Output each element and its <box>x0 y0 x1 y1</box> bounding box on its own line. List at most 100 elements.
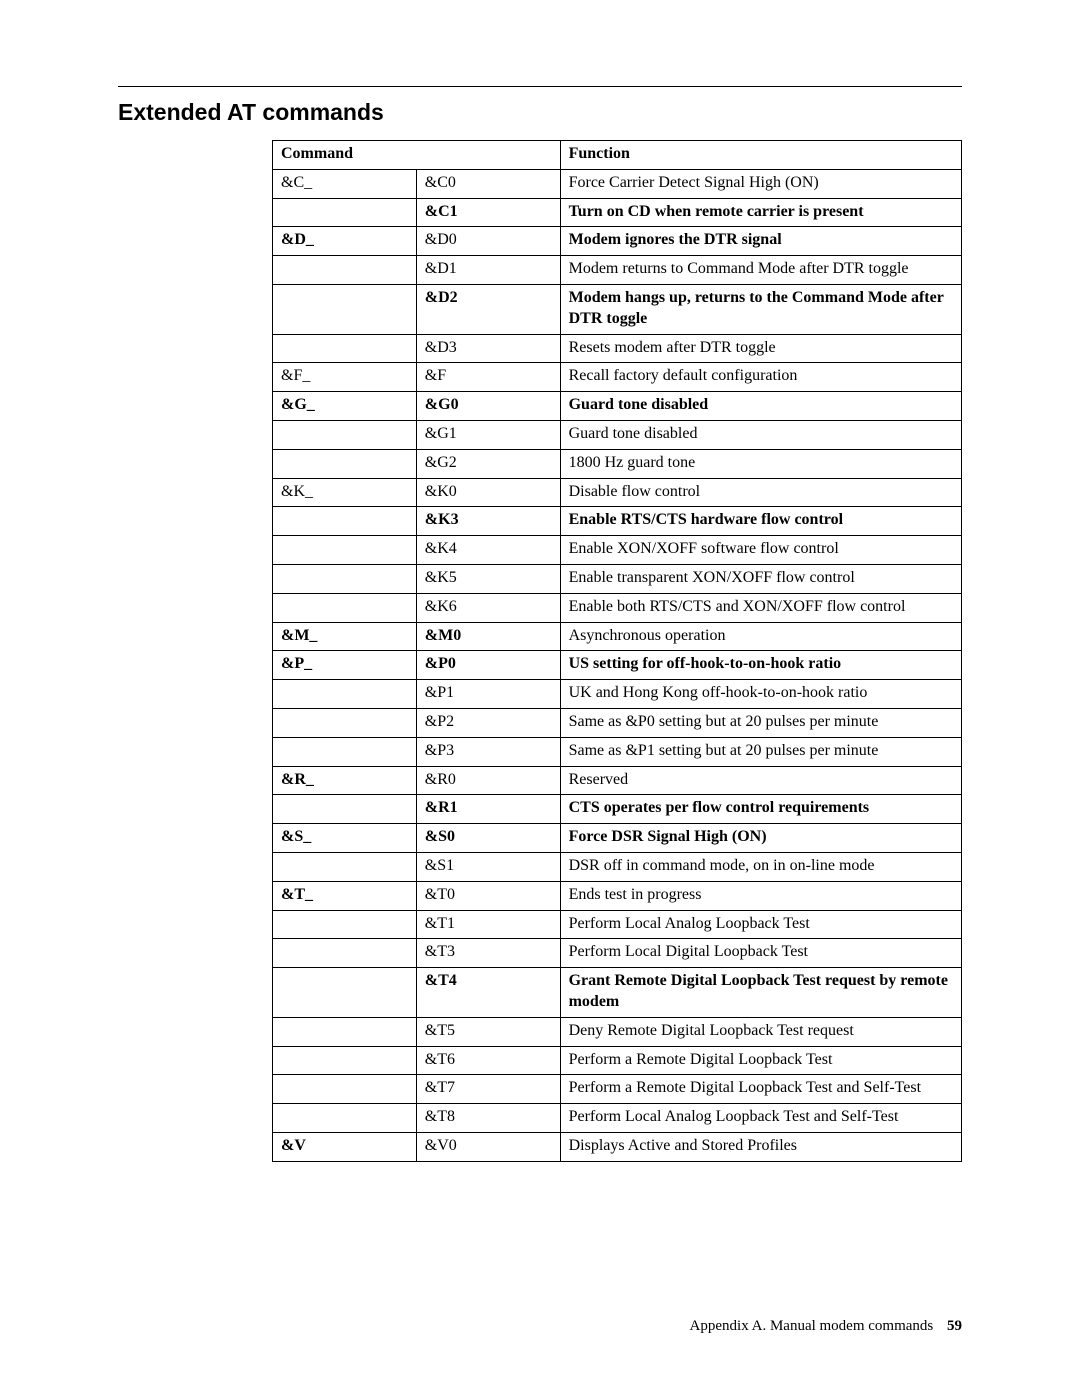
cell-command-group: &M_ <box>273 622 417 651</box>
cell-function: Guard tone disabled <box>560 420 961 449</box>
cell-command-group <box>273 708 417 737</box>
table-row: &R_&R0Reserved <box>273 766 962 795</box>
cell-command-code: &T7 <box>416 1075 560 1104</box>
cell-command-group <box>273 536 417 565</box>
cell-function: Enable transparent XON/XOFF flow control <box>560 564 961 593</box>
cell-command-group <box>273 334 417 363</box>
cell-command-code: &D3 <box>416 334 560 363</box>
cell-command-code: &M0 <box>416 622 560 651</box>
table-row: &T3Perform Local Digital Loopback Test <box>273 939 962 968</box>
cell-command-group <box>273 680 417 709</box>
table-row: &T_&T0Ends test in progress <box>273 881 962 910</box>
cell-command-code: &T5 <box>416 1017 560 1046</box>
table-header-row: Command Function <box>273 141 962 170</box>
section-title: Extended AT commands <box>118 99 962 126</box>
cell-command-group <box>273 910 417 939</box>
table-row: &T4Grant Remote Digital Loopback Test re… <box>273 968 962 1018</box>
table-row: &T8Perform Local Analog Loopback Test an… <box>273 1104 962 1133</box>
cell-command-group <box>273 737 417 766</box>
table-row: &S_&S0Force DSR Signal High (ON) <box>273 824 962 853</box>
cell-command-code: &R0 <box>416 766 560 795</box>
table-row: &S1DSR off in command mode, on in on-lin… <box>273 852 962 881</box>
table-row: &G21800 Hz guard tone <box>273 449 962 478</box>
cell-function: Resets modem after DTR toggle <box>560 334 961 363</box>
table-row: &K3Enable RTS/CTS hardware flow control <box>273 507 962 536</box>
cell-command-code: &K5 <box>416 564 560 593</box>
cell-command-group: &V <box>273 1132 417 1161</box>
cell-command-group <box>273 1075 417 1104</box>
cell-function: Enable XON/XOFF software flow control <box>560 536 961 565</box>
table-row: &T6Perform a Remote Digital Loopback Tes… <box>273 1046 962 1075</box>
cell-command-code: &T6 <box>416 1046 560 1075</box>
table-row: &K_&K0Disable flow control <box>273 478 962 507</box>
cell-function: Reserved <box>560 766 961 795</box>
cell-function: Deny Remote Digital Loopback Test reques… <box>560 1017 961 1046</box>
cell-function: Perform Local Analog Loopback Test <box>560 910 961 939</box>
cell-command-group <box>273 1017 417 1046</box>
cell-command-code: &P3 <box>416 737 560 766</box>
horizontal-rule <box>118 86 962 87</box>
table-row: &M_&M0Asynchronous operation <box>273 622 962 651</box>
cell-function: Same as &P0 setting but at 20 pulses per… <box>560 708 961 737</box>
cell-command-code: &T0 <box>416 881 560 910</box>
cell-command-group: &R_ <box>273 766 417 795</box>
cell-command-code: &K6 <box>416 593 560 622</box>
page-number: 59 <box>947 1318 962 1334</box>
table-row: &G_&G0Guard tone disabled <box>273 392 962 421</box>
cell-command-code: &G2 <box>416 449 560 478</box>
table-row: &P_&P0US setting for off-hook-to-on-hook… <box>273 651 962 680</box>
table-row: &T5Deny Remote Digital Loopback Test req… <box>273 1017 962 1046</box>
cell-function: Enable RTS/CTS hardware flow control <box>560 507 961 536</box>
cell-command-code: &G1 <box>416 420 560 449</box>
cell-function: Perform a Remote Digital Loopback Test a… <box>560 1075 961 1104</box>
cell-command-code: &P0 <box>416 651 560 680</box>
cell-command-group <box>273 939 417 968</box>
cell-command-group <box>273 795 417 824</box>
cell-function: Perform Local Analog Loopback Test and S… <box>560 1104 961 1133</box>
cell-function: Same as &P1 setting but at 20 pulses per… <box>560 737 961 766</box>
cell-command-group: &S_ <box>273 824 417 853</box>
cell-command-group: &D_ <box>273 227 417 256</box>
cell-function: Grant Remote Digital Loopback Test reque… <box>560 968 961 1018</box>
cell-function: Perform a Remote Digital Loopback Test <box>560 1046 961 1075</box>
cell-function: Turn on CD when remote carrier is presen… <box>560 198 961 227</box>
cell-function: UK and Hong Kong off-hook-to-on-hook rat… <box>560 680 961 709</box>
table-row: &D1Modem returns to Command Mode after D… <box>273 256 962 285</box>
cell-command-code: &K0 <box>416 478 560 507</box>
cell-function: Enable both RTS/CTS and XON/XOFF flow co… <box>560 593 961 622</box>
cell-command-group <box>273 198 417 227</box>
cell-command-code: &F <box>416 363 560 392</box>
cell-command-code: &T1 <box>416 910 560 939</box>
cell-command-code: &G0 <box>416 392 560 421</box>
table-row: &P3Same as &P1 setting but at 20 pulses … <box>273 737 962 766</box>
cell-function: Recall factory default configuration <box>560 363 961 392</box>
cell-command-group: &T_ <box>273 881 417 910</box>
cell-function: 1800 Hz guard tone <box>560 449 961 478</box>
table-row: &G1Guard tone disabled <box>273 420 962 449</box>
table-row: &D3Resets modem after DTR toggle <box>273 334 962 363</box>
cell-function: Force DSR Signal High (ON) <box>560 824 961 853</box>
cell-command-group <box>273 564 417 593</box>
cell-command-code: &D1 <box>416 256 560 285</box>
table-row: &F_&FRecall factory default configuratio… <box>273 363 962 392</box>
table-row: &K6Enable both RTS/CTS and XON/XOFF flow… <box>273 593 962 622</box>
cell-command-group <box>273 256 417 285</box>
cell-function: Modem hangs up, returns to the Command M… <box>560 284 961 334</box>
cell-function: Guard tone disabled <box>560 392 961 421</box>
cell-function: Ends test in progress <box>560 881 961 910</box>
cell-command-group: &F_ <box>273 363 417 392</box>
footer-text: Appendix A. Manual modem commands <box>690 1318 934 1334</box>
cell-function: US setting for off-hook-to-on-hook ratio <box>560 651 961 680</box>
cell-command-group <box>273 968 417 1018</box>
cell-command-code: &V0 <box>416 1132 560 1161</box>
cell-command-group: &C_ <box>273 169 417 198</box>
cell-function: Asynchronous operation <box>560 622 961 651</box>
cell-command-group <box>273 852 417 881</box>
cell-command-code: &K4 <box>416 536 560 565</box>
cell-command-group <box>273 449 417 478</box>
cell-command-code: &P2 <box>416 708 560 737</box>
cell-function: Modem ignores the DTR signal <box>560 227 961 256</box>
header-command: Command <box>273 141 561 170</box>
cell-command-code: &D0 <box>416 227 560 256</box>
cell-function: DSR off in command mode, on in on-line m… <box>560 852 961 881</box>
